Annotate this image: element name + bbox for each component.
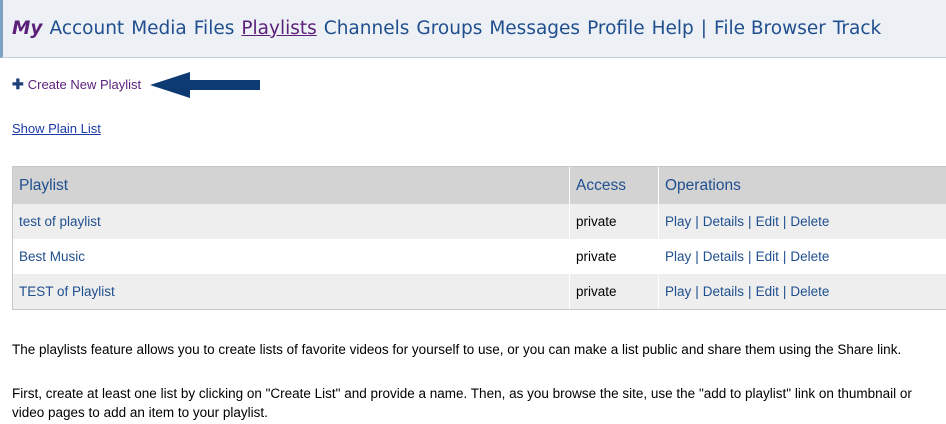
plus-icon: ✚ [12, 75, 24, 92]
nav-separator: | [700, 18, 708, 39]
table-row: test of playlist private Play | Details | … [13, 204, 946, 239]
operations-cell: Play | Details | Edit | Delete [658, 239, 946, 274]
nav-channels[interactable]: Channels [324, 18, 410, 39]
nav-account[interactable]: Account [49, 18, 124, 39]
header-access[interactable]: Access [569, 167, 658, 204]
play-link[interactable]: Play [665, 214, 691, 229]
details-link[interactable]: Details [703, 249, 744, 264]
nav-media[interactable]: Media [131, 18, 187, 39]
edit-link[interactable]: Edit [756, 284, 779, 299]
access-value: private [576, 249, 617, 264]
edit-link[interactable]: Edit [756, 249, 779, 264]
create-playlist-row: ✚ Create New Playlist [12, 73, 141, 95]
playlist-name-link[interactable]: Best Music [19, 249, 85, 264]
nav-playlists[interactable]: Playlists [241, 18, 316, 39]
edit-link[interactable]: Edit [756, 214, 779, 229]
nav-track[interactable]: Track [833, 18, 881, 39]
create-new-playlist-link[interactable]: Create New Playlist [28, 77, 141, 92]
playlist-table: Playlist Access Operations test of playl… [12, 166, 946, 310]
playlist-name-link[interactable]: test of playlist [19, 214, 101, 229]
table-header-row: Playlist Access Operations [13, 167, 946, 204]
nav-groups[interactable]: Groups [416, 18, 482, 39]
instructions-line-2: video pages to add an item to your playl… [12, 405, 268, 420]
access-value: private [576, 214, 617, 229]
details-link[interactable]: Details [703, 214, 744, 229]
nav-help[interactable]: Help [652, 18, 694, 39]
access-value: private [576, 284, 617, 299]
playlists-description: The playlists feature allows you to crea… [12, 342, 902, 357]
nav-messages[interactable]: Messages [489, 18, 580, 39]
nav-profile[interactable]: Profile [587, 18, 645, 39]
nav-my-label: My [12, 18, 43, 39]
top-nav-bar: My Account Media Files Playlists Channel… [0, 0, 946, 58]
operations-cell: Play | Details | Edit | Delete [658, 204, 946, 239]
table-row: TEST of Playlist private Play | Details | … [13, 274, 946, 309]
playlist-name-link[interactable]: TEST of Playlist [19, 284, 115, 299]
operations-cell: Play | Details | Edit | Delete [658, 274, 946, 309]
nav-files[interactable]: Files [194, 18, 235, 39]
nav-file-browser[interactable]: File Browser [714, 18, 826, 39]
play-link[interactable]: Play [665, 249, 691, 264]
header-operations: Operations [658, 167, 946, 204]
instructions-line-1: First, create at least one list by click… [12, 386, 912, 401]
playlists-instructions: First, create at least one list by click… [12, 384, 946, 422]
table-row: Best Music private Play | Details | Edit | … [13, 239, 946, 274]
play-link[interactable]: Play [665, 284, 691, 299]
left-arrow-icon [150, 72, 260, 98]
header-playlist[interactable]: Playlist [13, 177, 569, 195]
delete-link[interactable]: Delete [790, 284, 829, 299]
delete-link[interactable]: Delete [790, 249, 829, 264]
show-plain-list-link[interactable]: Show Plain List [12, 121, 101, 136]
delete-link[interactable]: Delete [790, 214, 829, 229]
details-link[interactable]: Details [703, 284, 744, 299]
